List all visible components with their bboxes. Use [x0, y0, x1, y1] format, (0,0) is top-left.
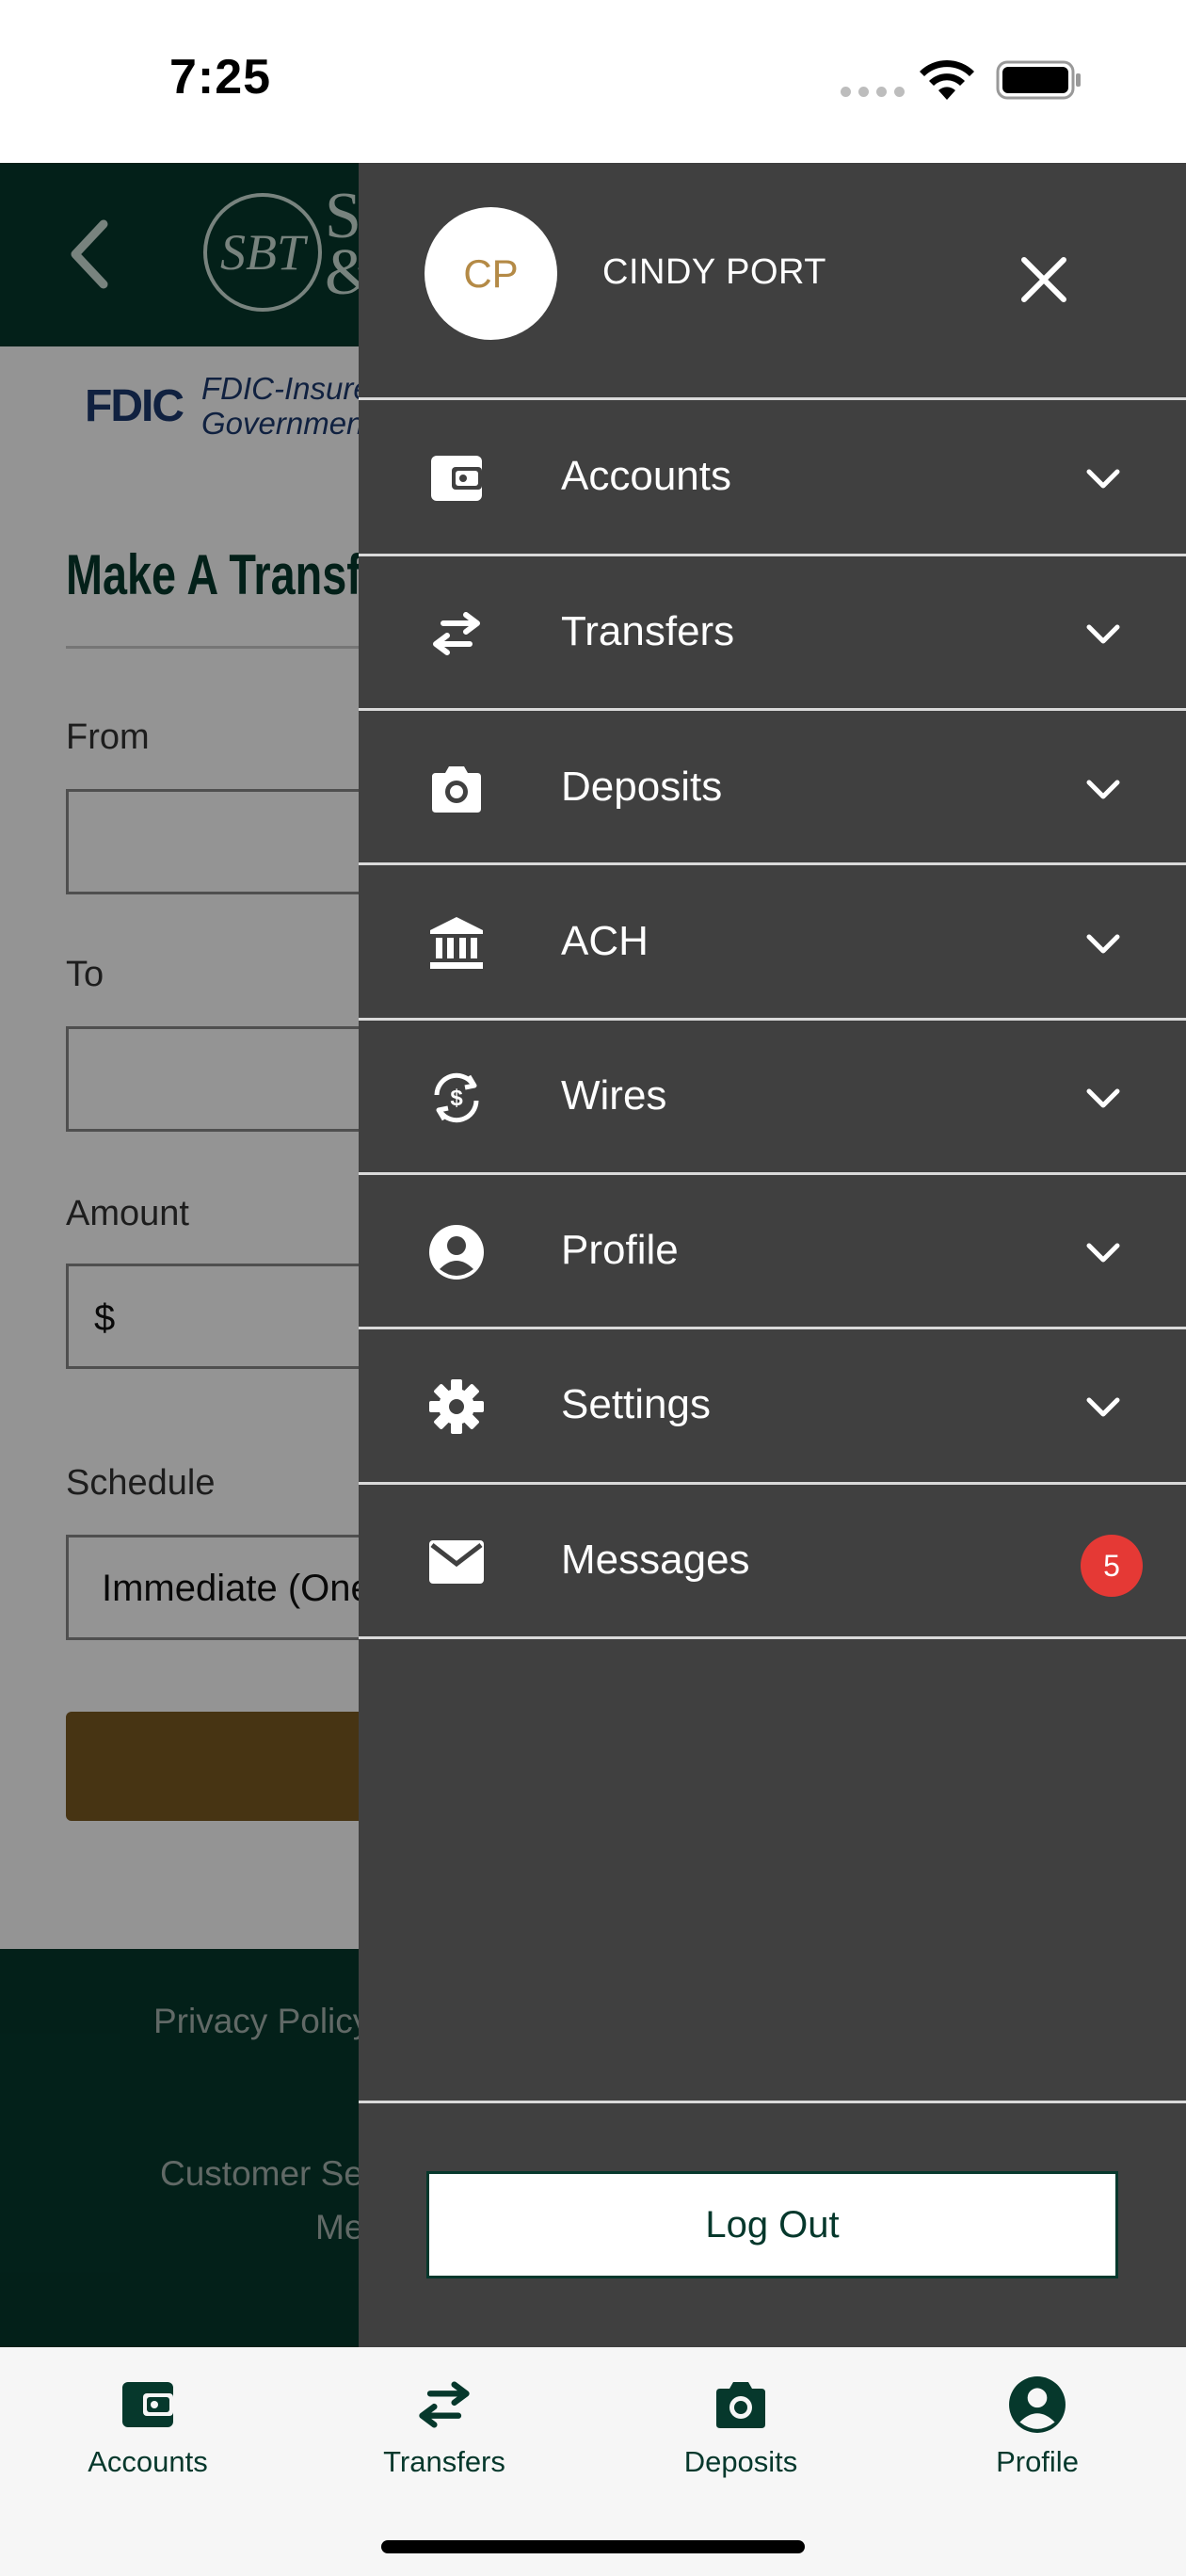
chevron-down-icon: [1086, 624, 1120, 644]
camera-icon: [427, 760, 486, 818]
tab-profile[interactable]: Profile: [924, 2347, 1150, 2498]
logout-button[interactable]: Log Out: [426, 2171, 1118, 2278]
cellular-signal-icon: [841, 87, 905, 97]
chevron-down-icon: [1086, 780, 1120, 799]
chevron-down-icon: [1086, 469, 1120, 489]
user-name: CINDY PORT: [602, 252, 826, 292]
gear-icon: [427, 1377, 486, 1436]
chevron-down-icon: [1086, 934, 1120, 954]
menu-item-profile[interactable]: Profile: [359, 1174, 1186, 1328]
menu-label: Accounts: [561, 453, 731, 499]
menu-item-accounts[interactable]: Accounts: [359, 400, 1186, 555]
transfer-arrows-icon: [427, 604, 486, 663]
wallet-icon: [115, 2372, 181, 2438]
menu-label: Messages: [561, 1537, 750, 1583]
menu-label: Profile: [561, 1227, 679, 1273]
camera-icon: [708, 2372, 774, 2438]
chevron-down-icon: [1086, 1243, 1120, 1263]
menu-label: ACH: [561, 918, 649, 964]
drawer-footer-divider: [359, 2101, 1186, 2103]
tab-label: Profile: [996, 2445, 1079, 2478]
tab-label: Transfers: [383, 2445, 505, 2478]
menu-item-transfers[interactable]: Transfers: [359, 555, 1186, 710]
chevron-down-icon: [1086, 1397, 1120, 1417]
wifi-icon: [920, 59, 974, 100]
money-transfer-icon: $: [427, 1069, 486, 1127]
close-icon[interactable]: [1017, 252, 1071, 307]
menu-item-wires[interactable]: $ Wires: [359, 1020, 1186, 1174]
menu-label: Settings: [561, 1381, 711, 1427]
user-circle-icon: [1004, 2372, 1070, 2438]
tab-transfers[interactable]: Transfers: [331, 2347, 557, 2498]
chevron-down-icon: [1086, 1088, 1120, 1108]
envelope-icon: [427, 1533, 486, 1591]
battery-icon: [996, 60, 1081, 100]
drawer-divider: [359, 1636, 1186, 1639]
bank-icon: [427, 914, 486, 973]
menu-item-ach[interactable]: ACH: [359, 865, 1186, 1020]
tab-label: Deposits: [683, 2445, 798, 2478]
menu-item-messages[interactable]: Messages 5: [359, 1484, 1186, 1638]
menu-item-deposits[interactable]: Deposits: [359, 711, 1186, 865]
menu-label: Deposits: [561, 764, 723, 810]
unread-count-badge: 5: [1081, 1535, 1143, 1597]
menu-label: Wires: [561, 1072, 667, 1119]
avatar: CP: [425, 207, 557, 340]
menu-item-settings[interactable]: Settings: [359, 1328, 1186, 1483]
tab-deposits[interactable]: Deposits: [628, 2347, 854, 2498]
home-indicator[interactable]: [381, 2540, 805, 2553]
wallet-icon: [427, 449, 486, 507]
transfer-arrows-icon: [411, 2372, 477, 2438]
menu-label: Transfers: [561, 608, 735, 654]
user-circle-icon: [427, 1223, 486, 1281]
svg-text:$: $: [450, 1086, 463, 1111]
status-time: 7:25: [169, 50, 272, 105]
tab-accounts[interactable]: Accounts: [35, 2347, 261, 2498]
tab-label: Accounts: [88, 2445, 208, 2478]
